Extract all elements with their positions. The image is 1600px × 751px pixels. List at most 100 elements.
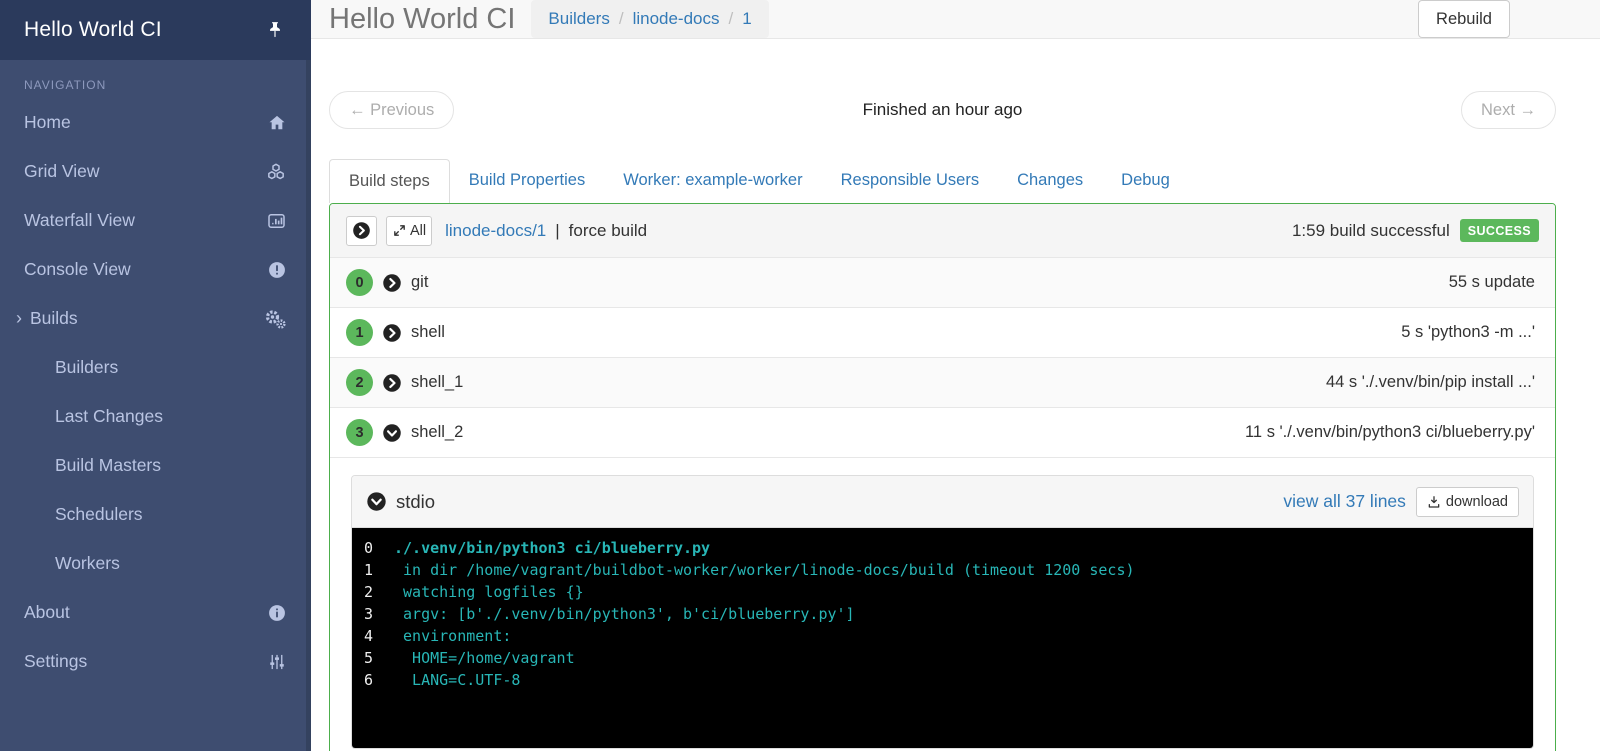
- step-detail: 44 s './.venv/bin/pip install ...': [1326, 373, 1535, 391]
- topbar: Hello World CI Builders / linode-docs / …: [311, 0, 1600, 39]
- log-line-number: 6: [364, 671, 374, 689]
- sidebar-item-builders[interactable]: Builders: [0, 343, 311, 392]
- log-line: 5 HOME=/home/vagrant: [364, 647, 1533, 669]
- app-title[interactable]: Hello World CI: [24, 18, 162, 42]
- sidebar-item-label: Grid View: [24, 161, 100, 181]
- sidebar-item-label: Home: [24, 112, 71, 132]
- bar-chart-icon: [266, 211, 287, 231]
- sidebar-item-builds[interactable]: › Builds: [0, 294, 311, 343]
- sidebar-item-about[interactable]: About: [0, 588, 311, 637]
- main-content: Hello World CI Builders / linode-docs / …: [311, 0, 1600, 751]
- build-tabs: Build steps Build Properties Worker: exa…: [329, 159, 1556, 203]
- success-badge: SUCCESS: [1459, 219, 1539, 242]
- exclamation-circle-icon: [267, 260, 287, 280]
- step-row-shell-1[interactable]: 2 shell_1 44 s './.venv/bin/pip install …: [330, 357, 1555, 407]
- header-separator: |: [555, 220, 560, 240]
- chevron-down-circle-icon[interactable]: [366, 491, 387, 512]
- sidebar-item-build-masters[interactable]: Build Masters: [0, 441, 311, 490]
- pin-icon[interactable]: [265, 20, 285, 40]
- gears-icon: [263, 308, 287, 330]
- step-row-shell[interactable]: 1 shell 5 s 'python3 -m ...': [330, 307, 1555, 357]
- step-name: shell_2: [411, 423, 464, 441]
- tab-worker[interactable]: Worker: example-worker: [604, 159, 821, 203]
- chevron-right-circle-icon[interactable]: [382, 323, 402, 343]
- build-reason: force build: [568, 220, 648, 240]
- navigation-section-label: NAVIGATION: [24, 78, 107, 92]
- step-number-badge: 1: [346, 319, 373, 346]
- view-all-lines-link[interactable]: view all 37 lines: [1283, 491, 1406, 512]
- caret-right-icon: ›: [16, 308, 22, 328]
- sidebar: Hello World CI NAVIGATION Home Grid View: [0, 0, 311, 751]
- stdio-panel: stdio view all 37 lines download 0 ./.ve…: [351, 475, 1534, 749]
- step-detail: 5 s 'python3 -m ...': [1401, 323, 1535, 341]
- sidebar-item-console-view[interactable]: Console View: [0, 245, 311, 294]
- sidebar-item-home[interactable]: Home: [0, 98, 311, 147]
- app-window: Hello World CI NAVIGATION Home Grid View: [0, 0, 1600, 751]
- download-button[interactable]: download: [1415, 486, 1519, 517]
- chevron-right-circle-icon[interactable]: [382, 373, 402, 393]
- stdio-title: stdio: [396, 490, 436, 512]
- step-log-section: stdio view all 37 lines download 0 ./.ve…: [330, 457, 1555, 751]
- step-detail: 11 s './.venv/bin/python3 ci/blueberry.p…: [1244, 423, 1535, 441]
- stdio-header: stdio view all 37 lines download: [352, 476, 1533, 528]
- step-name: shell: [411, 323, 445, 341]
- sidebar-item-label: Console View: [24, 259, 131, 279]
- step-row-shell-2[interactable]: 3 shell_2 11 s './.venv/bin/python3 ci/b…: [330, 407, 1555, 457]
- chevron-down-circle-icon[interactable]: [382, 423, 402, 443]
- sidebar-item-last-changes[interactable]: Last Changes: [0, 392, 311, 441]
- expand-all-button[interactable]: All: [386, 215, 433, 246]
- build-summary-panel: All linode-docs/1 | force build 1:59 bui…: [329, 203, 1556, 751]
- log-line-number: 3: [364, 605, 374, 623]
- sidebar-item-label: About: [24, 602, 70, 622]
- sidebar-header: Hello World CI: [0, 0, 311, 60]
- expand-arrows-icon: [392, 223, 407, 238]
- step-name: git: [411, 273, 429, 291]
- log-line-text: HOME=/home/vagrant: [394, 649, 575, 667]
- collapse-all-button[interactable]: [346, 215, 377, 246]
- breadcrumb-build-number-link[interactable]: 1: [742, 9, 751, 29]
- tab-build-properties[interactable]: Build Properties: [450, 159, 604, 203]
- breadcrumb-separator: /: [728, 9, 734, 28]
- log-line-number: 5: [364, 649, 374, 667]
- breadcrumb-builders-link[interactable]: Builders: [548, 9, 609, 29]
- sidebar-item-schedulers[interactable]: Schedulers: [0, 490, 311, 539]
- tab-debug[interactable]: Debug: [1102, 159, 1189, 203]
- build-duration-status: 1:59 build successful: [1291, 220, 1450, 240]
- log-line-text: environment:: [394, 627, 512, 645]
- log-line-number: 0: [364, 539, 374, 557]
- sidebar-item-label: Waterfall View: [24, 210, 135, 230]
- step-row-git[interactable]: 0 git 55 s update: [330, 257, 1555, 307]
- breadcrumb-builder-link[interactable]: linode-docs: [633, 9, 720, 29]
- sidebar-item-grid-view[interactable]: Grid View: [0, 147, 311, 196]
- build-pager: ← Previous Finished an hour ago Next →: [329, 91, 1556, 129]
- sidebar-item-label: Settings: [24, 651, 88, 671]
- sidebar-item-label: Builds: [30, 308, 78, 328]
- tab-changes[interactable]: Changes: [998, 159, 1102, 203]
- chevron-right-circle-icon[interactable]: [382, 273, 402, 293]
- log-line: 0 ./.venv/bin/python3 ci/blueberry.py: [364, 537, 1533, 559]
- log-line: 1 in dir /home/vagrant/buildbot-worker/w…: [364, 559, 1533, 581]
- sidebar-item-settings[interactable]: Settings: [0, 637, 311, 686]
- cubes-icon: [265, 162, 287, 182]
- sidebar-item-workers[interactable]: Workers: [0, 539, 311, 588]
- sidebar-item-waterfall-view[interactable]: Waterfall View: [0, 196, 311, 245]
- log-line-number: 4: [364, 627, 374, 645]
- download-label: download: [1445, 493, 1508, 510]
- step-name: shell_1: [411, 373, 464, 391]
- page-title: Hello World CI: [329, 2, 516, 35]
- log-line-text: ./.venv/bin/python3 ci/blueberry.py: [394, 539, 711, 557]
- log-line-number: 2: [364, 583, 374, 601]
- info-circle-icon: [267, 603, 287, 623]
- tab-build-steps[interactable]: Build steps: [329, 159, 450, 203]
- log-line: 6 LANG=C.UTF-8: [364, 669, 1533, 691]
- stdio-log-output: 0 ./.venv/bin/python3 ci/blueberry.py 1 …: [352, 528, 1533, 748]
- rebuild-button[interactable]: Rebuild: [1418, 0, 1510, 38]
- breadcrumb: Builders / linode-docs / 1: [531, 0, 769, 38]
- breadcrumb-separator: /: [618, 9, 624, 28]
- tab-responsible-users[interactable]: Responsible Users: [822, 159, 998, 203]
- step-number-badge: 0: [346, 269, 373, 296]
- build-link[interactable]: linode-docs/1: [445, 221, 546, 241]
- download-icon: [1427, 495, 1441, 509]
- log-line-text: in dir /home/vagrant/buildbot-worker/wor…: [394, 561, 1135, 579]
- build-summary-header: All linode-docs/1 | force build 1:59 bui…: [330, 204, 1555, 257]
